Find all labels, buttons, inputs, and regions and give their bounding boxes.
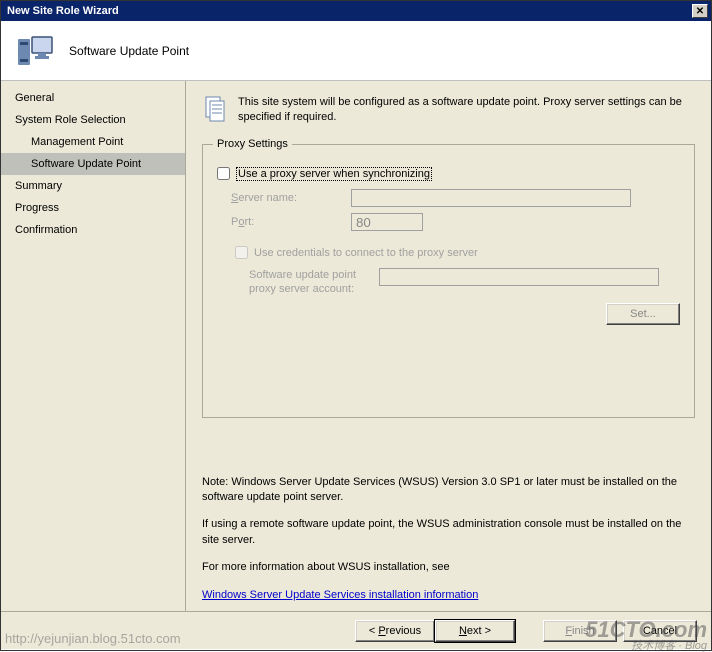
wizard-footer: < PPreviousrevious Next >Next FinishFini… <box>1 611 711 649</box>
set-button[interactable]: Set... <box>606 303 680 325</box>
note-2: If using a remote software update point,… <box>202 517 695 548</box>
use-credentials-checkbox[interactable] <box>235 246 248 259</box>
use-credentials-label: Use credentials to connect to the proxy … <box>254 247 478 259</box>
port-label: Port: <box>231 216 351 228</box>
wizard-content: This site system will be configured as a… <box>186 81 711 611</box>
window-title: New Site Role Wizard <box>7 5 692 17</box>
notes-section: Note: Windows Server Update Services (WS… <box>202 465 695 603</box>
close-button[interactable]: ✕ <box>692 4 708 18</box>
proxy-settings-group: Proxy Settings Use a proxy server when s… <box>202 138 695 418</box>
proxy-legend: Proxy Settings <box>213 138 292 150</box>
next-button[interactable]: Next >Next <box>435 620 515 642</box>
sidebar-item-summary[interactable]: Summary <box>1 175 185 197</box>
sidebar-item-system-role-selection[interactable]: System Role Selection <box>1 109 185 131</box>
note-3: For more information about WSUS installa… <box>202 560 695 575</box>
use-proxy-label[interactable]: Use a proxy server when synchronizing <box>236 167 432 181</box>
wizard-sidebar: General System Role Selection Management… <box>1 81 186 611</box>
wsus-link[interactable]: Windows Server Update Services installat… <box>202 589 478 601</box>
proxy-account-label: Software update point proxy server accou… <box>249 268 379 297</box>
sidebar-item-progress[interactable]: Progress <box>1 197 185 219</box>
page-title: Software Update Point <box>69 44 189 58</box>
cancel-button[interactable]: Cancel <box>623 620 697 642</box>
proxy-account-input[interactable] <box>379 268 659 286</box>
server-icon <box>15 29 55 72</box>
note-1: Note: Windows Server Update Services (WS… <box>202 475 695 506</box>
port-input[interactable] <box>351 213 423 231</box>
sidebar-item-software-update-point[interactable]: Software Update Point <box>1 153 185 175</box>
finish-button[interactable]: FinishFinish <box>543 620 617 642</box>
sidebar-item-general[interactable]: General <box>1 87 185 109</box>
titlebar: New Site Role Wizard ✕ <box>1 1 711 21</box>
sidebar-item-confirmation[interactable]: Confirmation <box>1 219 185 241</box>
info-text: This site system will be configured as a… <box>238 95 695 128</box>
wizard-header: Software Update Point <box>1 21 711 81</box>
info-icon <box>202 95 228 128</box>
use-proxy-checkbox[interactable] <box>217 167 230 180</box>
previous-button[interactable]: < PPreviousrevious <box>355 620 435 642</box>
server-name-label: Server name: <box>231 192 351 204</box>
sidebar-item-management-point[interactable]: Management Point <box>1 131 185 153</box>
server-name-input[interactable] <box>351 189 631 207</box>
